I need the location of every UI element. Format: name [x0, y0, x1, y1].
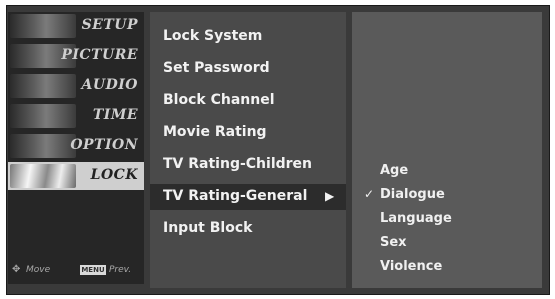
category-label: AUDIO	[81, 77, 138, 93]
menu-item-input-block[interactable]: Input Block	[150, 216, 346, 242]
menu-item-tv-rating-general[interactable]: TV Rating-General ▶	[150, 184, 346, 210]
audio-thumbnail-icon	[10, 74, 76, 98]
category-label: PICTURE	[61, 47, 138, 63]
tv-rating-general-submenu: Age ✓ Dialogue Language Sex Violence	[352, 12, 542, 288]
menu-item-block-channel[interactable]: Block Channel	[150, 88, 346, 114]
navigation-hint: ✥ Move MENU Prev.	[8, 262, 144, 278]
menu-key-icon: MENU	[80, 265, 106, 275]
submenu-item-label: Sex	[380, 235, 407, 250]
submenu-item-label: Dialogue	[380, 187, 445, 202]
submenu-item-label: Language	[380, 211, 452, 226]
category-label: SETUP	[81, 17, 138, 33]
time-thumbnail-icon	[10, 104, 76, 128]
menu-item-label: Block Channel	[163, 92, 275, 108]
setup-thumbnail-icon	[10, 14, 76, 38]
menu-item-tv-rating-children[interactable]: TV Rating-Children	[150, 152, 346, 178]
submenu-item-language[interactable]: Language	[352, 208, 542, 230]
category-time[interactable]: TIME	[8, 102, 144, 130]
category-option[interactable]: OPTION	[8, 132, 144, 160]
menu-item-label: TV Rating-General	[163, 188, 308, 204]
category-label: LOCK	[90, 167, 138, 183]
submenu-item-sex[interactable]: Sex	[352, 232, 542, 254]
submenu-arrow-icon: ▶	[325, 189, 335, 203]
submenu-item-violence[interactable]: Violence	[352, 256, 542, 278]
menu-item-label: Input Block	[163, 220, 253, 236]
category-label: TIME	[92, 107, 138, 123]
menu-item-label: Movie Rating	[163, 124, 267, 140]
category-picture[interactable]: PICTURE	[8, 42, 144, 70]
menu-item-label: Set Password	[163, 60, 270, 76]
lock-options-list: Lock System Set Password Block Channel M…	[150, 12, 346, 288]
checkmark-icon: ✓	[364, 187, 375, 201]
category-sidebar: SETUP PICTURE AUDIO TIME OPTION LOCK	[8, 12, 144, 284]
submenu-item-label: Violence	[380, 259, 443, 274]
category-label: OPTION	[70, 137, 138, 153]
submenu-item-age[interactable]: Age	[352, 160, 542, 182]
option-thumbnail-icon	[10, 134, 76, 158]
menu-item-movie-rating[interactable]: Movie Rating	[150, 120, 346, 146]
category-lock[interactable]: LOCK	[8, 162, 144, 190]
move-arrows-icon: ✥	[12, 264, 21, 275]
category-setup[interactable]: SETUP	[8, 12, 144, 40]
menu-item-label: TV Rating-Children	[163, 156, 313, 172]
move-hint-label: Move	[26, 265, 51, 275]
prev-hint-label: Prev.	[109, 265, 132, 275]
submenu-item-dialogue[interactable]: ✓ Dialogue	[352, 184, 542, 206]
menu-item-label: Lock System	[163, 28, 263, 44]
menu-item-set-password[interactable]: Set Password	[150, 56, 346, 82]
category-audio[interactable]: AUDIO	[8, 72, 144, 100]
submenu-item-label: Age	[380, 163, 409, 178]
lock-thumbnail-icon	[10, 164, 76, 188]
menu-item-lock-system[interactable]: Lock System	[150, 24, 346, 50]
